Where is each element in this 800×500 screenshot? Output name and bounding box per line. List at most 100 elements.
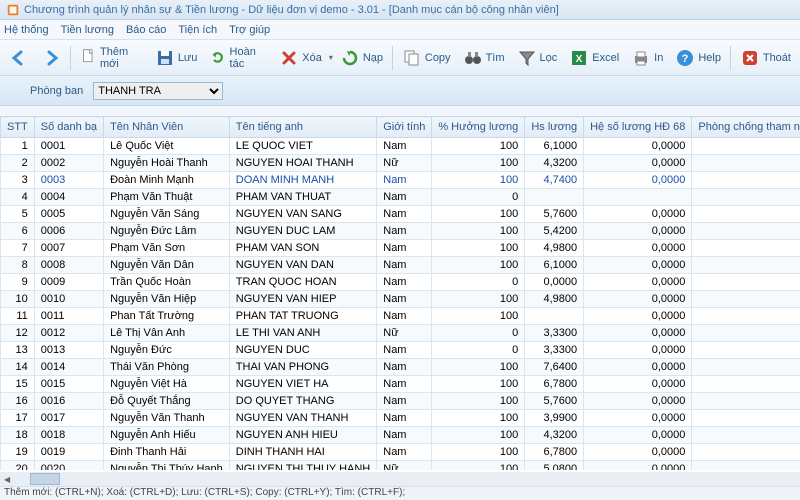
cell-stt[interactable]: 17 [1, 410, 35, 427]
cell-pct[interactable]: 0 [432, 325, 525, 342]
cell-stt[interactable]: 6 [1, 223, 35, 240]
cell-en[interactable]: NGUYEN VAN DAN [229, 257, 376, 274]
menu-trogiup[interactable]: Trợ giúp [229, 24, 270, 36]
cell-stt[interactable]: 12 [1, 325, 35, 342]
cell-pc[interactable]: 0 [692, 308, 800, 325]
cell-hsl[interactable]: 5,7600 [525, 206, 584, 223]
cell-hsl[interactable]: 3,3300 [525, 325, 584, 342]
find-button[interactable]: Tìm [458, 45, 510, 71]
cell-sdb[interactable]: 0015 [34, 376, 103, 393]
col-en[interactable]: Tên tiếng anh [229, 117, 376, 138]
cell-gt[interactable]: Nam [377, 274, 432, 291]
cell-en[interactable]: NGUYEN DUC [229, 342, 376, 359]
cell-en[interactable]: NGUYEN VAN SANG [229, 206, 376, 223]
cell-gt[interactable]: Nam [377, 393, 432, 410]
cell-pc[interactable]: 0 [692, 155, 800, 172]
cell-gt[interactable]: Nam [377, 172, 432, 189]
cell-hsl[interactable]: 3,9900 [525, 410, 584, 427]
cell-hd68[interactable]: 0,0000 [584, 393, 692, 410]
cell-en[interactable]: DINH THANH HAI [229, 444, 376, 461]
cell-en[interactable]: DOAN MINH MANH [229, 172, 376, 189]
cell-hd68[interactable] [584, 189, 692, 206]
cell-stt[interactable]: 11 [1, 308, 35, 325]
cell-pct[interactable]: 100 [432, 172, 525, 189]
cell-gt[interactable]: Nam [377, 308, 432, 325]
cell-pct[interactable]: 0 [432, 189, 525, 206]
cell-gt[interactable]: Nam [377, 138, 432, 155]
cell-stt[interactable]: 15 [1, 376, 35, 393]
cell-ten[interactable]: Nguyễn Văn Sáng [104, 206, 230, 223]
menu-tienich[interactable]: Tiện ích [178, 24, 217, 36]
cell-en[interactable]: NGUYEN VAN THANH [229, 410, 376, 427]
cell-pct[interactable]: 100 [432, 240, 525, 257]
cell-hd68[interactable]: 0,0000 [584, 240, 692, 257]
cell-sdb[interactable]: 0011 [34, 308, 103, 325]
cell-sdb[interactable]: 0020 [34, 461, 103, 471]
cell-stt[interactable]: 1 [1, 138, 35, 155]
scrollbar-thumb[interactable] [30, 473, 60, 485]
cell-pct[interactable]: 100 [432, 257, 525, 274]
cell-pc[interactable]: 0 [692, 342, 800, 359]
cell-ten[interactable]: Nguyễn Hoài Thanh [104, 155, 230, 172]
table-row[interactable]: 10001Lê Quốc ViệtLE QUOC VIETNam1006,100… [1, 138, 800, 155]
cell-ten[interactable]: Lê Quốc Việt [104, 138, 230, 155]
cell-pct[interactable]: 100 [432, 206, 525, 223]
cell-hsl[interactable]: 6,1000 [525, 138, 584, 155]
cell-hd68[interactable]: 0,0000 [584, 138, 692, 155]
cell-gt[interactable]: Nam [377, 359, 432, 376]
cell-stt[interactable]: 14 [1, 359, 35, 376]
cell-pct[interactable]: 100 [432, 138, 525, 155]
cell-hd68[interactable]: 0,0000 [584, 359, 692, 376]
cell-ten[interactable]: Nguyễn Văn Thanh [104, 410, 230, 427]
table-row[interactable]: 30003Đoàn Minh MạnhDOAN MINH MANHNam1004… [1, 172, 800, 189]
cell-gt[interactable]: Nữ [377, 155, 432, 172]
cell-ten[interactable]: Nguyễn Đức [104, 342, 230, 359]
cell-sdb[interactable]: 0018 [34, 427, 103, 444]
cell-sdb[interactable]: 0008 [34, 257, 103, 274]
cell-pc[interactable]: 0 [692, 359, 800, 376]
cell-gt[interactable]: Nam [377, 291, 432, 308]
col-pc[interactable]: Phòng chống tham nhũng - PC tổng hợp [692, 117, 800, 138]
cell-pct[interactable]: 100 [432, 427, 525, 444]
cell-pct[interactable]: 0 [432, 342, 525, 359]
table-row[interactable]: 50005Nguyễn Văn SángNGUYEN VAN SANGNam10… [1, 206, 800, 223]
cell-hd68[interactable]: 0,0000 [584, 257, 692, 274]
table-row[interactable]: 60006Nguyễn Đức LâmNGUYEN DUC LAMNam1005… [1, 223, 800, 240]
cell-hd68[interactable]: 0,0000 [584, 461, 692, 471]
cell-pct[interactable]: 100 [432, 461, 525, 471]
cell-pc[interactable]: 0 [692, 172, 800, 189]
cell-pc[interactable]: 0 [692, 223, 800, 240]
cell-ten[interactable]: Phan Tất Trường [104, 308, 230, 325]
table-row[interactable]: 130013Nguyễn ĐứcNGUYEN DUCNam03,33000,00… [1, 342, 800, 359]
cell-ten[interactable]: Nguyễn Việt Hà [104, 376, 230, 393]
cell-sdb[interactable]: 0009 [34, 274, 103, 291]
cell-sdb[interactable]: 0007 [34, 240, 103, 257]
cell-sdb[interactable]: 0005 [34, 206, 103, 223]
cell-gt[interactable]: Nam [377, 410, 432, 427]
cell-pc[interactable]: 0 [692, 410, 800, 427]
excel-button[interactable]: XExcel [564, 45, 624, 71]
cell-hsl[interactable]: 4,7400 [525, 172, 584, 189]
cell-en[interactable]: LE THI VAN ANH [229, 325, 376, 342]
cell-pc[interactable]: 0 [692, 393, 800, 410]
cell-stt[interactable]: 8 [1, 257, 35, 274]
cell-pct[interactable]: 100 [432, 308, 525, 325]
filter-button[interactable]: Lọc [512, 45, 563, 71]
cell-gt[interactable]: Nữ [377, 325, 432, 342]
table-row[interactable]: 200020Nguyễn Thị Thúy HạnhNGUYEN THI THU… [1, 461, 800, 471]
cell-pct[interactable]: 100 [432, 223, 525, 240]
cell-gt[interactable]: Nam [377, 189, 432, 206]
copy-button[interactable]: Copy [397, 45, 456, 71]
new-button[interactable]: Thêm mới [75, 43, 148, 73]
cell-en[interactable]: NGUYEN VIET HA [229, 376, 376, 393]
cell-pct[interactable]: 100 [432, 444, 525, 461]
cell-stt[interactable]: 20 [1, 461, 35, 471]
cell-ten[interactable]: Đỗ Quyết Thắng [104, 393, 230, 410]
cell-stt[interactable]: 7 [1, 240, 35, 257]
cell-en[interactable]: DO QUYET THANG [229, 393, 376, 410]
cell-hsl[interactable]: 5,0800 [525, 461, 584, 471]
cell-hsl[interactable]: 5,7600 [525, 393, 584, 410]
table-row[interactable]: 70007Phạm Văn SơnPHAM VAN SONNam1004,980… [1, 240, 800, 257]
cell-sdb[interactable]: 0017 [34, 410, 103, 427]
table-row[interactable]: 90009Trần Quốc HoànTRAN QUOC HOANNam00,0… [1, 274, 800, 291]
